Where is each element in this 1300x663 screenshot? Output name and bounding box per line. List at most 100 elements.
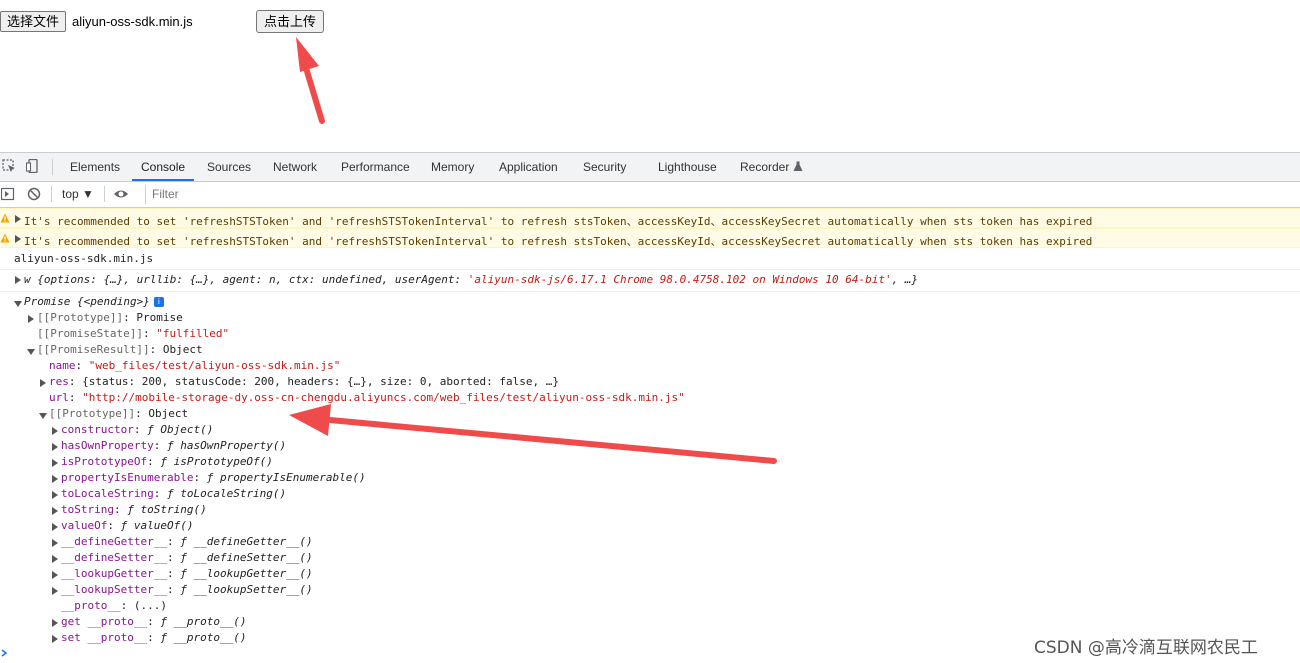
- prop-key: propertyIsEnumerable: [61, 471, 194, 484]
- expand-arrow-icon[interactable]: [52, 491, 58, 499]
- prop-key: [[Prototype]]: [37, 311, 124, 324]
- prop-value: ƒ valueOf(): [120, 519, 194, 532]
- context-selector[interactable]: top ▼: [62, 187, 94, 201]
- expand-arrow-icon[interactable]: [52, 427, 58, 435]
- prop-value: ƒ propertyIsEnumerable(): [206, 471, 366, 484]
- expand-arrow-icon[interactable]: [52, 619, 58, 627]
- tab-lighthouse[interactable]: Lighthouse: [658, 153, 717, 181]
- tab-recorder-label: Recorder: [740, 160, 790, 174]
- expand-arrow-icon[interactable]: [52, 459, 58, 467]
- prop-value: ƒ toString(): [127, 503, 207, 516]
- tab-performance[interactable]: Performance: [341, 153, 410, 181]
- expand-arrow-icon[interactable]: [52, 443, 58, 451]
- prototype-member-row[interactable]: __proto__: (...): [61, 599, 167, 613]
- clear-console-icon[interactable]: [27, 187, 41, 201]
- prototype-member-row[interactable]: set __proto__: ƒ __proto__(): [61, 631, 246, 645]
- prop-separator: :: [166, 551, 181, 564]
- prop-key: res: [49, 375, 69, 388]
- prop-key: [[Prototype]]: [49, 407, 136, 420]
- log-divider: [0, 269, 1300, 270]
- info-icon[interactable]: i: [153, 297, 164, 307]
- promise-object[interactable]: Promise {<pending>} i: [24, 295, 164, 309]
- promise-result-row[interactable]: [[PromiseResult]]: Object: [37, 343, 203, 357]
- sidebar-toggle-icon[interactable]: [1, 187, 15, 201]
- expand-arrow-icon[interactable]: [52, 555, 58, 563]
- prop-key: name: [49, 359, 76, 372]
- object-prototype-row[interactable]: [[Prototype]]: Object: [49, 407, 188, 421]
- tab-network[interactable]: Network: [273, 153, 317, 181]
- prop-value: (...): [133, 599, 167, 612]
- oss-client-object[interactable]: w {options: {…}, urllib: {…}, agent: n, …: [24, 273, 918, 287]
- prop-separator: :: [107, 519, 121, 532]
- tab-security[interactable]: Security: [583, 153, 626, 181]
- prototype-member-row[interactable]: __lookupGetter__: ƒ __lookupGetter__(): [61, 567, 313, 581]
- inspect-element-icon[interactable]: [2, 159, 16, 173]
- promise-prototype-row[interactable]: [[Prototype]]: Promise: [37, 311, 183, 325]
- prototype-member-row[interactable]: valueOf: ƒ valueOf(): [61, 519, 193, 533]
- prop-key: isPrototypeOf: [61, 455, 148, 468]
- prototype-member-row[interactable]: get __proto__: ƒ __proto__(): [61, 615, 246, 629]
- prototype-member-row[interactable]: constructor: ƒ Object(): [61, 423, 213, 437]
- prop-value: ƒ __lookupSetter__(): [180, 583, 313, 596]
- expand-arrow-icon[interactable]: [40, 379, 46, 387]
- choose-file-button[interactable]: 选择文件: [0, 11, 66, 32]
- prototype-member-row[interactable]: __lookupSetter__: ƒ __lookupSetter__(): [61, 583, 313, 597]
- tab-elements[interactable]: Elements: [70, 153, 120, 181]
- prototype-member-row[interactable]: propertyIsEnumerable: ƒ propertyIsEnumer…: [61, 471, 366, 485]
- expand-arrow-icon[interactable]: [52, 587, 58, 595]
- active-tab-indicator: [132, 179, 194, 181]
- console-output: It's recommended to set 'refreshSTSToken…: [0, 208, 1300, 663]
- oss-client-suffix: , …}: [891, 273, 919, 286]
- expand-arrow-icon[interactable]: [52, 523, 58, 531]
- filter-input[interactable]: Filter: [145, 185, 1300, 204]
- expand-arrow-icon[interactable]: [52, 571, 58, 579]
- warning-message: It's recommended to set 'refreshSTSToken…: [24, 215, 1093, 228]
- collapse-arrow-icon[interactable]: [14, 301, 22, 307]
- selected-file-name: aliyun-oss-sdk.min.js: [72, 14, 193, 29]
- prototype-member-row[interactable]: toLocaleString: ƒ toLocaleString(): [61, 487, 286, 501]
- expand-arrow-icon[interactable]: [52, 507, 58, 515]
- prototype-member-row[interactable]: isPrototypeOf: ƒ isPrototypeOf(): [61, 455, 273, 469]
- prop-separator: :: [120, 599, 134, 612]
- expand-arrow-icon[interactable]: [28, 315, 34, 323]
- collapse-arrow-icon[interactable]: [27, 349, 35, 355]
- promise-label: Promise {<pending>}: [24, 295, 150, 308]
- prototype-member-row[interactable]: __defineGetter__: ƒ __defineGetter__(): [61, 535, 313, 549]
- prop-key: hasOwnProperty: [61, 439, 154, 452]
- prototype-member-row[interactable]: hasOwnProperty: ƒ hasOwnProperty(): [61, 439, 286, 453]
- upload-button[interactable]: 点击上传: [256, 10, 324, 33]
- prop-value: Object: [162, 343, 203, 356]
- prop-value: ƒ hasOwnProperty(): [166, 439, 287, 452]
- tab-application[interactable]: Application: [499, 153, 558, 181]
- prototype-member-row[interactable]: toString: ƒ toString(): [61, 503, 207, 517]
- expand-arrow-icon[interactable]: [52, 635, 58, 643]
- tab-recorder[interactable]: Recorder: [740, 153, 803, 181]
- expand-arrow-icon[interactable]: [15, 215, 21, 223]
- toolbar-divider: [104, 186, 105, 202]
- tab-sources[interactable]: Sources: [207, 153, 251, 181]
- tab-memory[interactable]: Memory: [431, 153, 474, 181]
- prop-value: Object: [148, 407, 189, 420]
- prop-separator: :: [133, 423, 148, 436]
- prop-value: Promise: [136, 311, 183, 324]
- oss-client-summary: w {options: {…}, urllib: {…}, agent: n, …: [24, 273, 468, 286]
- promise-state-row: [[PromiseState]]: "fulfilled": [37, 327, 230, 340]
- prop-key: toLocaleString: [61, 487, 154, 500]
- device-toolbar-icon[interactable]: [26, 159, 40, 173]
- expand-arrow-icon[interactable]: [15, 235, 21, 243]
- tab-console[interactable]: Console: [141, 153, 185, 181]
- expand-arrow-icon[interactable]: [52, 475, 58, 483]
- result-res-row[interactable]: res: {status: 200, statusCode: 200, head…: [49, 375, 559, 389]
- prop-key: constructor: [61, 423, 134, 436]
- prop-separator: :: [147, 615, 161, 628]
- console-warning: It's recommended to set 'refreshSTSToken…: [0, 208, 1300, 228]
- collapse-arrow-icon[interactable]: [39, 413, 47, 419]
- prop-value: ƒ __proto__(): [160, 615, 247, 628]
- watermark: CSDN @高冷滴互联网农民工: [1034, 638, 1258, 658]
- expand-arrow-icon[interactable]: [15, 276, 21, 284]
- prop-value: ƒ __lookupGetter__(): [180, 567, 313, 580]
- prototype-member-row[interactable]: __defineSetter__: ƒ __defineSetter__(): [61, 551, 313, 565]
- expand-arrow-icon[interactable]: [52, 539, 58, 547]
- prop-key: url: [49, 391, 69, 404]
- eye-icon[interactable]: [113, 187, 129, 201]
